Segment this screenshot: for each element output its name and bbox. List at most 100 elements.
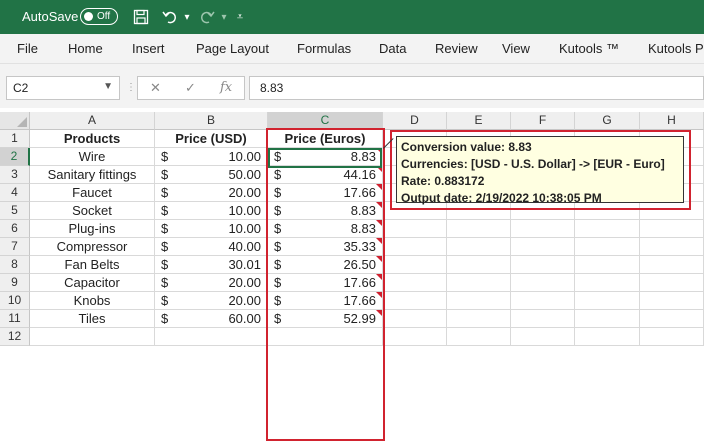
cell-empty[interactable] — [511, 292, 575, 310]
cell-price-usd[interactable]: $10.00 — [155, 202, 268, 220]
cell-empty[interactable] — [383, 238, 447, 256]
tab-page-layout[interactable]: Page Layout — [196, 41, 269, 56]
cell-price-usd[interactable]: $30.01 — [155, 256, 268, 274]
column-header-b[interactable]: B — [155, 112, 268, 130]
cell-empty[interactable] — [511, 274, 575, 292]
cell-price-usd[interactable]: $20.00 — [155, 184, 268, 202]
row-header-3[interactable]: 3 — [0, 166, 30, 184]
row-header-8[interactable]: 8 — [0, 256, 30, 274]
autosave-toggle[interactable]: Off — [80, 8, 118, 25]
cell-empty[interactable] — [511, 238, 575, 256]
cell-price-usd[interactable]: $50.00 — [155, 166, 268, 184]
row-header-5[interactable]: 5 — [0, 202, 30, 220]
cell-empty[interactable] — [447, 238, 511, 256]
cell-product[interactable]: Tiles — [30, 310, 155, 328]
cell-empty[interactable] — [511, 220, 575, 238]
row-header-6[interactable]: 6 — [0, 220, 30, 238]
cell-price-usd[interactable]: $20.00 — [155, 292, 268, 310]
save-icon[interactable] — [131, 7, 151, 27]
tab-file[interactable]: File — [17, 41, 38, 56]
cell-product[interactable]: Plug-ins — [30, 220, 155, 238]
customize-toolbar-icon[interactable]: ⩡ — [230, 7, 250, 27]
insert-function-icon[interactable]: fx — [220, 80, 232, 95]
tab-view[interactable]: View — [502, 41, 530, 56]
cell-empty[interactable] — [575, 256, 640, 274]
cell-empty[interactable] — [575, 220, 640, 238]
cell-empty[interactable] — [640, 292, 704, 310]
row-header-12[interactable]: 12 — [0, 328, 30, 346]
tab-formulas[interactable]: Formulas — [297, 41, 351, 56]
header-price-usd[interactable]: Price (USD) — [155, 130, 268, 148]
column-header-e[interactable]: E — [447, 112, 511, 130]
cell-empty[interactable] — [383, 310, 447, 328]
cell-product[interactable]: Compressor — [30, 238, 155, 256]
cell-empty[interactable] — [575, 238, 640, 256]
cell-empty[interactable] — [640, 310, 704, 328]
row-header-11[interactable]: 11 — [0, 310, 30, 328]
cell-empty[interactable] — [383, 220, 447, 238]
resize-handle-icon[interactable]: ⋮ — [126, 82, 136, 93]
cell-empty[interactable] — [640, 328, 704, 346]
cell-empty[interactable] — [383, 328, 447, 346]
enter-icon[interactable]: ✓ — [185, 80, 196, 96]
cell-empty[interactable] — [575, 274, 640, 292]
cell-empty[interactable] — [383, 274, 447, 292]
row-header-4[interactable]: 4 — [0, 184, 30, 202]
cell-product[interactable]: Wire — [30, 148, 155, 166]
chevron-down-icon[interactable]: ▼ — [103, 81, 113, 92]
cell-empty[interactable] — [640, 256, 704, 274]
cell-product[interactable]: Faucet — [30, 184, 155, 202]
cell-product[interactable]: Knobs — [30, 292, 155, 310]
cell-price-usd[interactable]: $40.00 — [155, 238, 268, 256]
undo-dropdown-icon[interactable]: ▾ — [177, 7, 197, 27]
row-header-10[interactable]: 10 — [0, 292, 30, 310]
cell-product[interactable]: Sanitary fittings — [30, 166, 155, 184]
row-header-7[interactable]: 7 — [0, 238, 30, 256]
cell-empty[interactable] — [447, 256, 511, 274]
tab-home[interactable]: Home — [68, 41, 103, 56]
tab-data[interactable]: Data — [379, 41, 406, 56]
cell-empty[interactable] — [447, 220, 511, 238]
cell-price-usd[interactable]: $10.00 — [155, 148, 268, 166]
cell-product[interactable]: Fan Belts — [30, 256, 155, 274]
cell-empty[interactable] — [640, 274, 704, 292]
header-products[interactable]: Products — [30, 130, 155, 148]
column-header-d[interactable]: D — [383, 112, 447, 130]
tab-kutools[interactable]: Kutools ™ — [559, 41, 619, 56]
cell-empty[interactable] — [383, 292, 447, 310]
cell-empty[interactable] — [30, 328, 155, 346]
column-header-h[interactable]: H — [640, 112, 704, 130]
cell-empty[interactable] — [640, 238, 704, 256]
cell-price-usd[interactable]: $10.00 — [155, 220, 268, 238]
cell-empty[interactable] — [511, 328, 575, 346]
row-header-1[interactable]: 1 — [0, 130, 30, 148]
column-header-g[interactable]: G — [575, 112, 640, 130]
cell-price-usd[interactable]: $60.00 — [155, 310, 268, 328]
cell-product[interactable]: Capacitor — [30, 274, 155, 292]
row-header-2[interactable]: 2 — [0, 148, 30, 166]
formula-input[interactable]: 8.83 — [249, 76, 704, 100]
cell-empty[interactable] — [155, 328, 268, 346]
tab-insert[interactable]: Insert — [132, 41, 165, 56]
name-box[interactable]: C2 ▼ — [6, 76, 120, 100]
column-header-f[interactable]: F — [511, 112, 575, 130]
cell-empty[interactable] — [640, 220, 704, 238]
cell-empty[interactable] — [575, 310, 640, 328]
cell-price-usd[interactable]: $20.00 — [155, 274, 268, 292]
cell-empty[interactable] — [511, 256, 575, 274]
select-all-button[interactable] — [0, 112, 30, 130]
cell-empty[interactable] — [447, 310, 511, 328]
cell-empty[interactable] — [575, 292, 640, 310]
column-header-a[interactable]: A — [30, 112, 155, 130]
cell-empty[interactable] — [447, 328, 511, 346]
cell-empty[interactable] — [383, 256, 447, 274]
cell-empty[interactable] — [511, 310, 575, 328]
tab-kutools-plus[interactable]: Kutools Pl — [648, 41, 704, 56]
cell-empty[interactable] — [447, 292, 511, 310]
cancel-icon[interactable]: ✕ — [150, 80, 161, 96]
row-header-9[interactable]: 9 — [0, 274, 30, 292]
cell-empty[interactable] — [447, 274, 511, 292]
cell-empty[interactable] — [575, 328, 640, 346]
tab-review[interactable]: Review — [435, 41, 478, 56]
cell-product[interactable]: Socket — [30, 202, 155, 220]
